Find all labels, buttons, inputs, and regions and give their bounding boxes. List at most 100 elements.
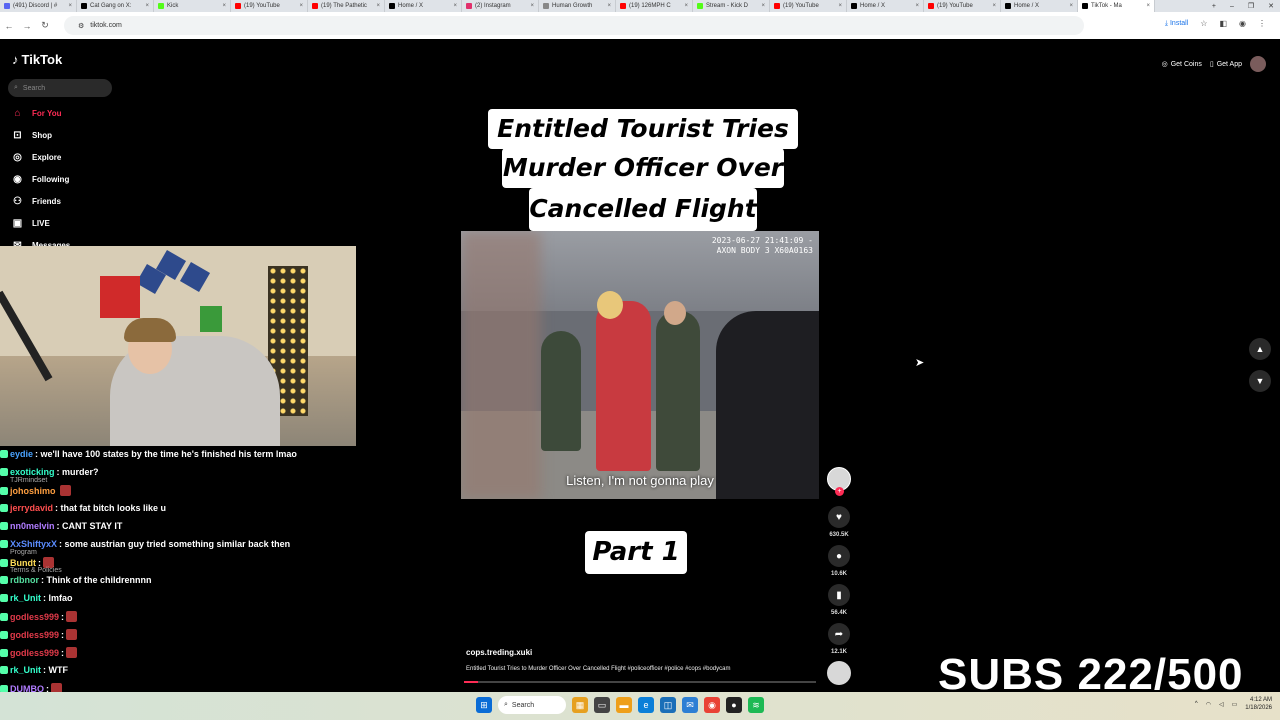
tab-close-icon[interactable]: × — [607, 3, 611, 9]
browser-tab[interactable]: (19) YouTube × — [231, 0, 308, 12]
chat-username[interactable]: godless999 — [10, 648, 59, 658]
browser-tab[interactable]: (491) Discord | # × — [0, 0, 77, 12]
like-button[interactable]: ♥ 630.5K — [827, 506, 851, 538]
wifi-icon[interactable]: ◠ — [1206, 701, 1211, 708]
store-icon[interactable]: ◫ — [660, 697, 676, 713]
volume-icon[interactable]: ◁ — [1219, 701, 1224, 708]
tab-close-icon[interactable]: × — [915, 3, 919, 9]
url-field[interactable]: ⚙ tiktok.com — [64, 16, 1084, 35]
tray-chevron-icon[interactable]: ^ — [1195, 701, 1198, 707]
tab-close-icon[interactable]: × — [376, 3, 380, 9]
forward-icon[interactable]: → — [18, 21, 36, 31]
sidebar-item-live[interactable]: ▣ LIVE — [11, 217, 50, 230]
chat-username[interactable]: exoticking — [10, 467, 55, 477]
tab-close-icon[interactable]: × — [684, 3, 688, 9]
windows-taskbar: ⊞ ⌕ Search ▦ ▭ ▬ e ◫ ✉ ◉ ● ≋ ^ ◠ ◁ ▭ 4:12… — [0, 692, 1280, 720]
widgets-icon[interactable]: ▦ — [572, 697, 588, 713]
taskbar-search[interactable]: ⌕ Search — [498, 696, 566, 714]
previous-video-button[interactable]: ▲ — [1249, 338, 1271, 360]
video-progress-bar[interactable] — [464, 681, 816, 683]
chat-username[interactable]: godless999 — [10, 612, 59, 622]
tab-close-icon[interactable]: × — [68, 3, 72, 9]
search-input[interactable]: ⌕ Search — [8, 79, 112, 97]
system-clock[interactable]: 4:12 AM 1/18/2026 — [1245, 696, 1272, 712]
video-player[interactable]: 2023-06-27 21:41:09 - AXON BODY 3 X60A01… — [461, 231, 819, 499]
close-window-button[interactable]: ✕ — [1268, 2, 1274, 10]
back-icon[interactable]: ← — [0, 21, 18, 31]
comment-button[interactable]: ● 10.6K — [827, 545, 851, 577]
music-disc-icon[interactable] — [827, 661, 851, 685]
next-video-button[interactable]: ▼ — [1249, 370, 1271, 392]
tab-favicon-icon — [158, 3, 164, 9]
site-info-icon[interactable]: ⚙ — [78, 22, 84, 30]
minimize-button[interactable]: – — [1230, 3, 1234, 10]
browser-tab[interactable]: (19) The Pathetic × — [308, 0, 385, 12]
avatar[interactable] — [1250, 56, 1266, 72]
maximize-button[interactable]: ❐ — [1248, 2, 1254, 10]
install-button[interactable]: ⤓ Install — [1165, 20, 1188, 28]
chat-username[interactable]: Bundt — [10, 558, 36, 568]
profile-icon[interactable]: ◉ — [1239, 19, 1246, 28]
tab-close-icon[interactable]: × — [145, 3, 149, 9]
chat-username[interactable]: johoshimo — [10, 486, 56, 496]
tab-close-icon[interactable]: × — [992, 3, 996, 9]
sidebar-item-explore[interactable]: ◎ Explore — [11, 151, 61, 164]
mail-icon[interactable]: ✉ — [682, 697, 698, 713]
browser-tab[interactable]: (2) Instagram × — [462, 0, 539, 12]
chrome-icon[interactable]: ◉ — [704, 697, 720, 713]
browser-tab[interactable]: (19) YouTube × — [924, 0, 1001, 12]
browser-tab[interactable]: Home / X × — [847, 0, 924, 12]
browser-tab[interactable]: (19) YouTube × — [770, 0, 847, 12]
sidebar-item-friends[interactable]: ⚇ Friends — [11, 195, 61, 208]
video-person — [656, 311, 700, 471]
browser-tab[interactable]: Stream - Kick D × — [693, 0, 770, 12]
video-author[interactable]: cops.treding.xuki — [466, 648, 532, 657]
faded-underlay-text: Terms & Policies — [10, 567, 62, 574]
chat-username[interactable]: rdbnor — [10, 575, 39, 585]
browser-tab[interactable]: TikTok - Ma × — [1078, 0, 1155, 12]
save-button[interactable]: ▮ 56.4K — [827, 584, 851, 616]
tab-close-icon[interactable]: × — [1146, 3, 1150, 9]
browser-tab[interactable]: Kick × — [154, 0, 231, 12]
clock-date: 1/18/2026 — [1245, 705, 1272, 711]
tab-close-icon[interactable]: × — [299, 3, 303, 9]
tiktok-logo[interactable]: ♪ TikTok — [12, 52, 62, 67]
file-explorer-icon[interactable]: ▬ — [616, 697, 632, 713]
tab-close-icon[interactable]: × — [1069, 3, 1073, 9]
edge-icon[interactable]: e — [638, 697, 654, 713]
browser-tab[interactable]: Cat Gang on X: × — [77, 0, 154, 12]
follow-plus-icon[interactable]: + — [835, 487, 844, 496]
chat-username[interactable]: rk_Unit — [10, 593, 41, 603]
sidebar-item-following[interactable]: ◉ Following — [11, 173, 69, 186]
chat-username[interactable]: jerrydavid — [10, 503, 53, 513]
sidebar-item-for-you[interactable]: ⌂ For You — [11, 107, 61, 120]
chat-username[interactable]: eydie — [10, 449, 33, 459]
share-button[interactable]: ➦ 12.1K — [827, 623, 851, 655]
obs-icon[interactable]: ● — [726, 697, 742, 713]
chat-username[interactable]: XxShiftyxX — [10, 539, 57, 549]
chat-username[interactable]: nn0melvin — [10, 521, 55, 531]
tab-close-icon[interactable]: × — [838, 3, 842, 9]
extensions-icon[interactable]: ◧ — [1219, 19, 1227, 28]
tab-close-icon[interactable]: × — [530, 3, 534, 9]
tab-close-icon[interactable]: × — [222, 3, 226, 9]
browser-tab[interactable]: Home / X × — [1001, 0, 1078, 12]
browser-tab[interactable]: (19) 126MPH C × — [616, 0, 693, 12]
battery-icon[interactable]: ▭ — [1232, 701, 1238, 708]
browser-tab[interactable]: Human Growth × — [539, 0, 616, 12]
sidebar-item-shop[interactable]: ⊡ Shop — [11, 129, 52, 142]
reload-icon[interactable]: ↻ — [36, 20, 54, 31]
windows-start-icon[interactable]: ⊞ — [476, 697, 492, 713]
get-app-button[interactable]: ▯ Get App — [1210, 60, 1242, 69]
chat-username[interactable]: godless999 — [10, 630, 59, 640]
chat-username[interactable]: rk_Unit — [10, 665, 41, 675]
bookmark-star-icon[interactable]: ☆ — [1200, 19, 1207, 28]
menu-dots-icon[interactable]: ⋮ — [1258, 19, 1266, 28]
task-view-icon[interactable]: ▭ — [594, 697, 610, 713]
get-coins-button[interactable]: ◎ Get Coins — [1162, 60, 1202, 69]
browser-tab[interactable]: Home / X × — [385, 0, 462, 12]
tab-close-icon[interactable]: × — [761, 3, 765, 9]
tab-close-icon[interactable]: × — [453, 3, 457, 9]
new-tab-button[interactable]: + — [1212, 3, 1216, 10]
spotify-icon[interactable]: ≋ — [748, 697, 764, 713]
